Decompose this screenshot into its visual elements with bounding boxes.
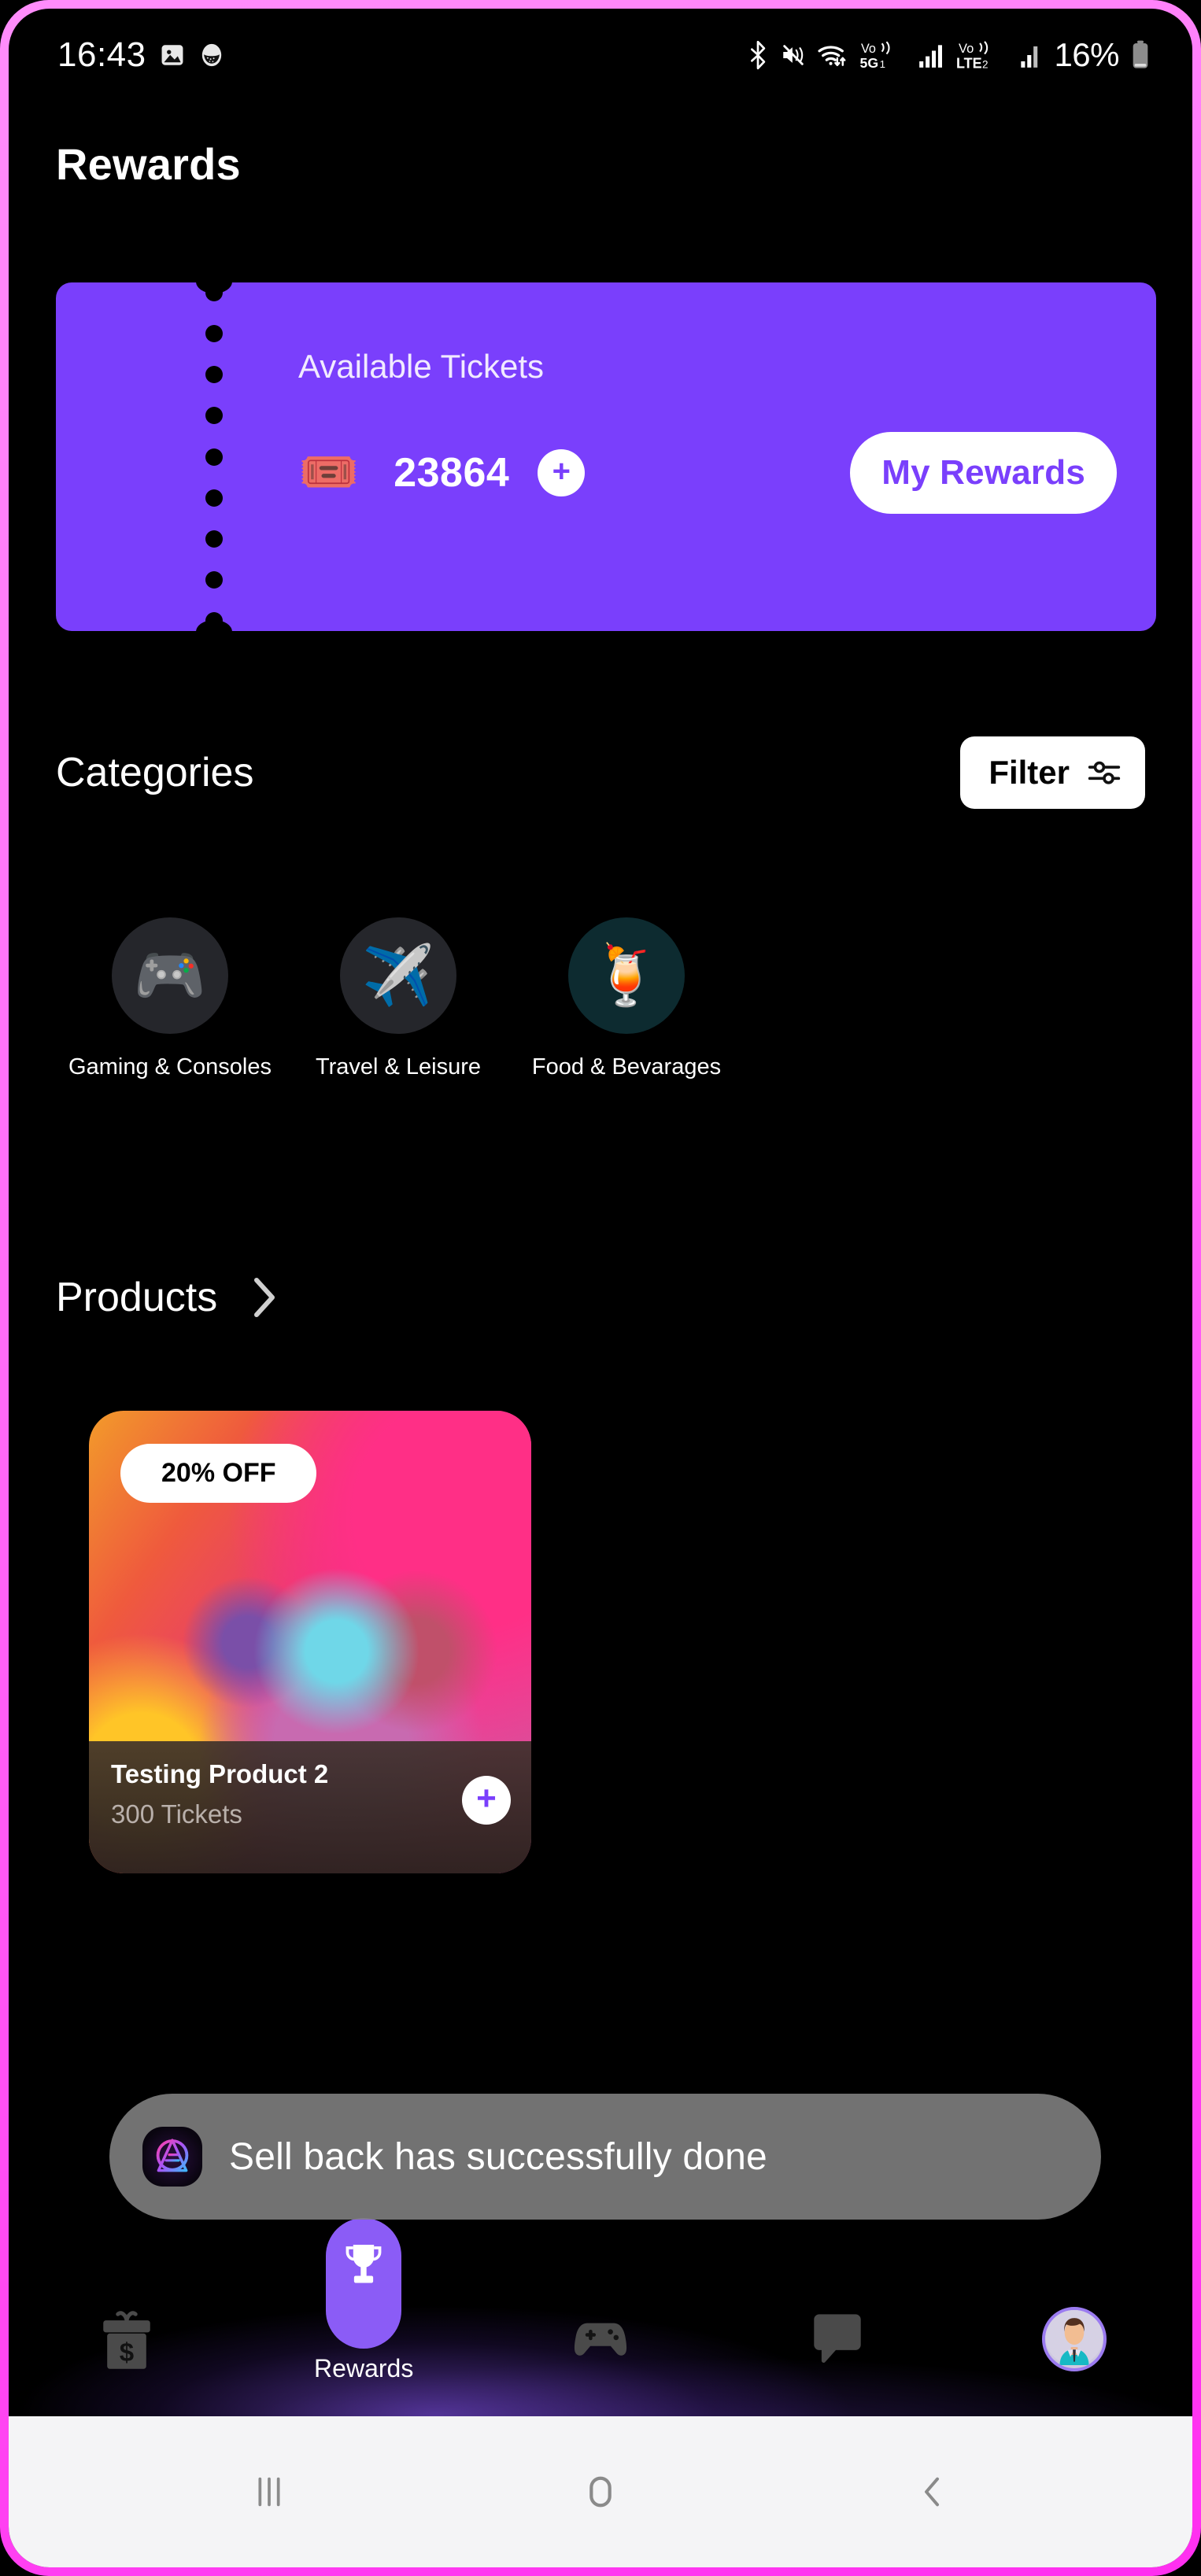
app-logo-icon [142, 2127, 202, 2187]
ticket-count-value: 23864 [394, 450, 510, 496]
ticket-card-body: Available Tickets 🎟️ 23864 + My Rewards [292, 282, 1125, 631]
nav-item-gifts[interactable]: $ [9, 2262, 246, 2416]
image-icon [161, 45, 183, 65]
home-icon [589, 2476, 612, 2508]
svg-text:Vo: Vo [959, 42, 974, 56]
my-rewards-button[interactable]: My Rewards [850, 432, 1117, 514]
category-circle: ✈️ [340, 917, 456, 1034]
add-product-button[interactable]: + [462, 1776, 511, 1825]
bluetooth-icon [751, 40, 766, 70]
avatar[interactable] [1041, 2307, 1107, 2371]
battery-percentage: 16% [1054, 36, 1119, 73]
nav-item-profile[interactable] [955, 2262, 1192, 2416]
gamepad-icon: 🎮 [133, 943, 207, 1008]
category-item-food-beverages[interactable]: 🍹 Food & Bevarages [512, 917, 741, 1080]
avatar-icon [1044, 2310, 1103, 2365]
product-price: 300 Tickets [111, 1799, 242, 1829]
chevron-right-icon[interactable] [249, 1274, 280, 1321]
ticket-icon: 🎟️ [298, 445, 360, 500]
filter-sliders-icon [1088, 761, 1121, 784]
nav-label-rewards: Rewards [314, 2354, 414, 2382]
active-nav-pill [326, 2218, 402, 2349]
wifi-icon [818, 46, 846, 66]
category-circle: 🍹 [568, 917, 685, 1034]
svg-text:1: 1 [880, 58, 885, 70]
toast-message: Sell back has successfully done [229, 2135, 767, 2178]
back-button[interactable] [877, 2437, 987, 2547]
ticket-perforation [205, 282, 223, 631]
nav-item-chat[interactable] [719, 2262, 955, 2416]
signal-bars-2-icon [1021, 46, 1038, 68]
svg-text:2: 2 [982, 59, 989, 71]
category-item-gaming-consoles[interactable]: 🎮 Gaming & Consoles [56, 917, 284, 1080]
back-icon [925, 2477, 940, 2507]
product-name: Testing Product 2 [111, 1759, 329, 1788]
category-label: Gaming & Consoles [68, 1054, 272, 1079]
filter-label: Filter [989, 754, 1070, 791]
available-tickets-card[interactable]: Available Tickets 🎟️ 23864 + My Rewards [56, 282, 1156, 631]
chat-bubble-icon [814, 2314, 861, 2363]
product-card[interactable]: 20% OFF Testing Product 2 300 Tickets + [89, 1411, 531, 1873]
category-label: Food & Bevarages [531, 1054, 722, 1079]
status-bar: 16:43 Vo 5G 1 Vo LTE 2 16% [9, 9, 1192, 101]
categories-header: Categories Filter [56, 736, 1145, 809]
bottom-navigation-bar: $ Rewards [9, 2218, 1192, 2416]
cocktail-icon: 🍹 [589, 943, 663, 1008]
products-title: Products [56, 1275, 218, 1320]
category-item-travel-leisure[interactable]: ✈️ Travel & Leisure [284, 917, 512, 1080]
toast-notification: Sell back has successfully done [109, 2094, 1101, 2220]
product-info: Testing Product 2 300 Tickets [111, 1759, 379, 1829]
nav-item-games[interactable] [482, 2262, 719, 2416]
device-frame: 16:43 Vo 5G 1 Vo LTE 2 16% Rewards Avail… [0, 0, 1201, 2576]
product-footer: Testing Product 2 300 Tickets + [89, 1741, 531, 1873]
signal-bars-1-icon [919, 45, 943, 68]
phone-screen: 16:43 Vo 5G 1 Vo LTE 2 16% Rewards Avail… [9, 9, 1192, 2567]
mute-vibrate-icon [783, 45, 804, 65]
home-button[interactable] [545, 2437, 656, 2547]
recents-button[interactable] [214, 2437, 324, 2547]
available-tickets-label: Available Tickets [298, 348, 545, 385]
category-label: Travel & Leisure [315, 1054, 482, 1079]
status-bar-right: Vo 5G 1 Vo LTE 2 16% [746, 36, 1151, 74]
filter-button[interactable]: Filter [960, 736, 1145, 809]
status-bar-left: 16:43 [57, 35, 225, 75]
status-bar-clock: 16:43 [57, 35, 146, 74]
categories-title: Categories [56, 750, 254, 795]
categories-list: 🎮 Gaming & Consoles ✈️ Travel & Leisure … [56, 917, 741, 1080]
gift-money-icon: $ [103, 2311, 151, 2369]
battery-icon [1133, 40, 1148, 68]
airplane-icon: ✈️ [361, 943, 435, 1008]
ticket-balance-row: 🎟️ 23864 + My Rewards [298, 432, 1117, 514]
page-title: Rewards [56, 139, 241, 189]
volte-5g1-icon: Vo 5G 1 [860, 41, 890, 71]
gamepad-icon [574, 2323, 627, 2356]
svg-text:Vo: Vo [861, 42, 876, 56]
volte-lte2-icon: Vo LTE 2 [956, 41, 989, 72]
category-circle: 🎮 [112, 917, 228, 1034]
nav-item-rewards[interactable]: Rewards [246, 2218, 482, 2416]
svg-text:$: $ [120, 2338, 134, 2367]
svg-text:LTE: LTE [956, 56, 982, 72]
android-system-nav [9, 2416, 1192, 2567]
add-tickets-button[interactable]: + [538, 449, 586, 496]
app-icon [201, 43, 221, 67]
recents-icon [258, 2477, 280, 2507]
products-header[interactable]: Products [56, 1274, 280, 1321]
svg-text:5G: 5G [860, 55, 879, 71]
discount-badge: 20% OFF [120, 1444, 317, 1503]
trophy-icon [346, 2245, 382, 2283]
